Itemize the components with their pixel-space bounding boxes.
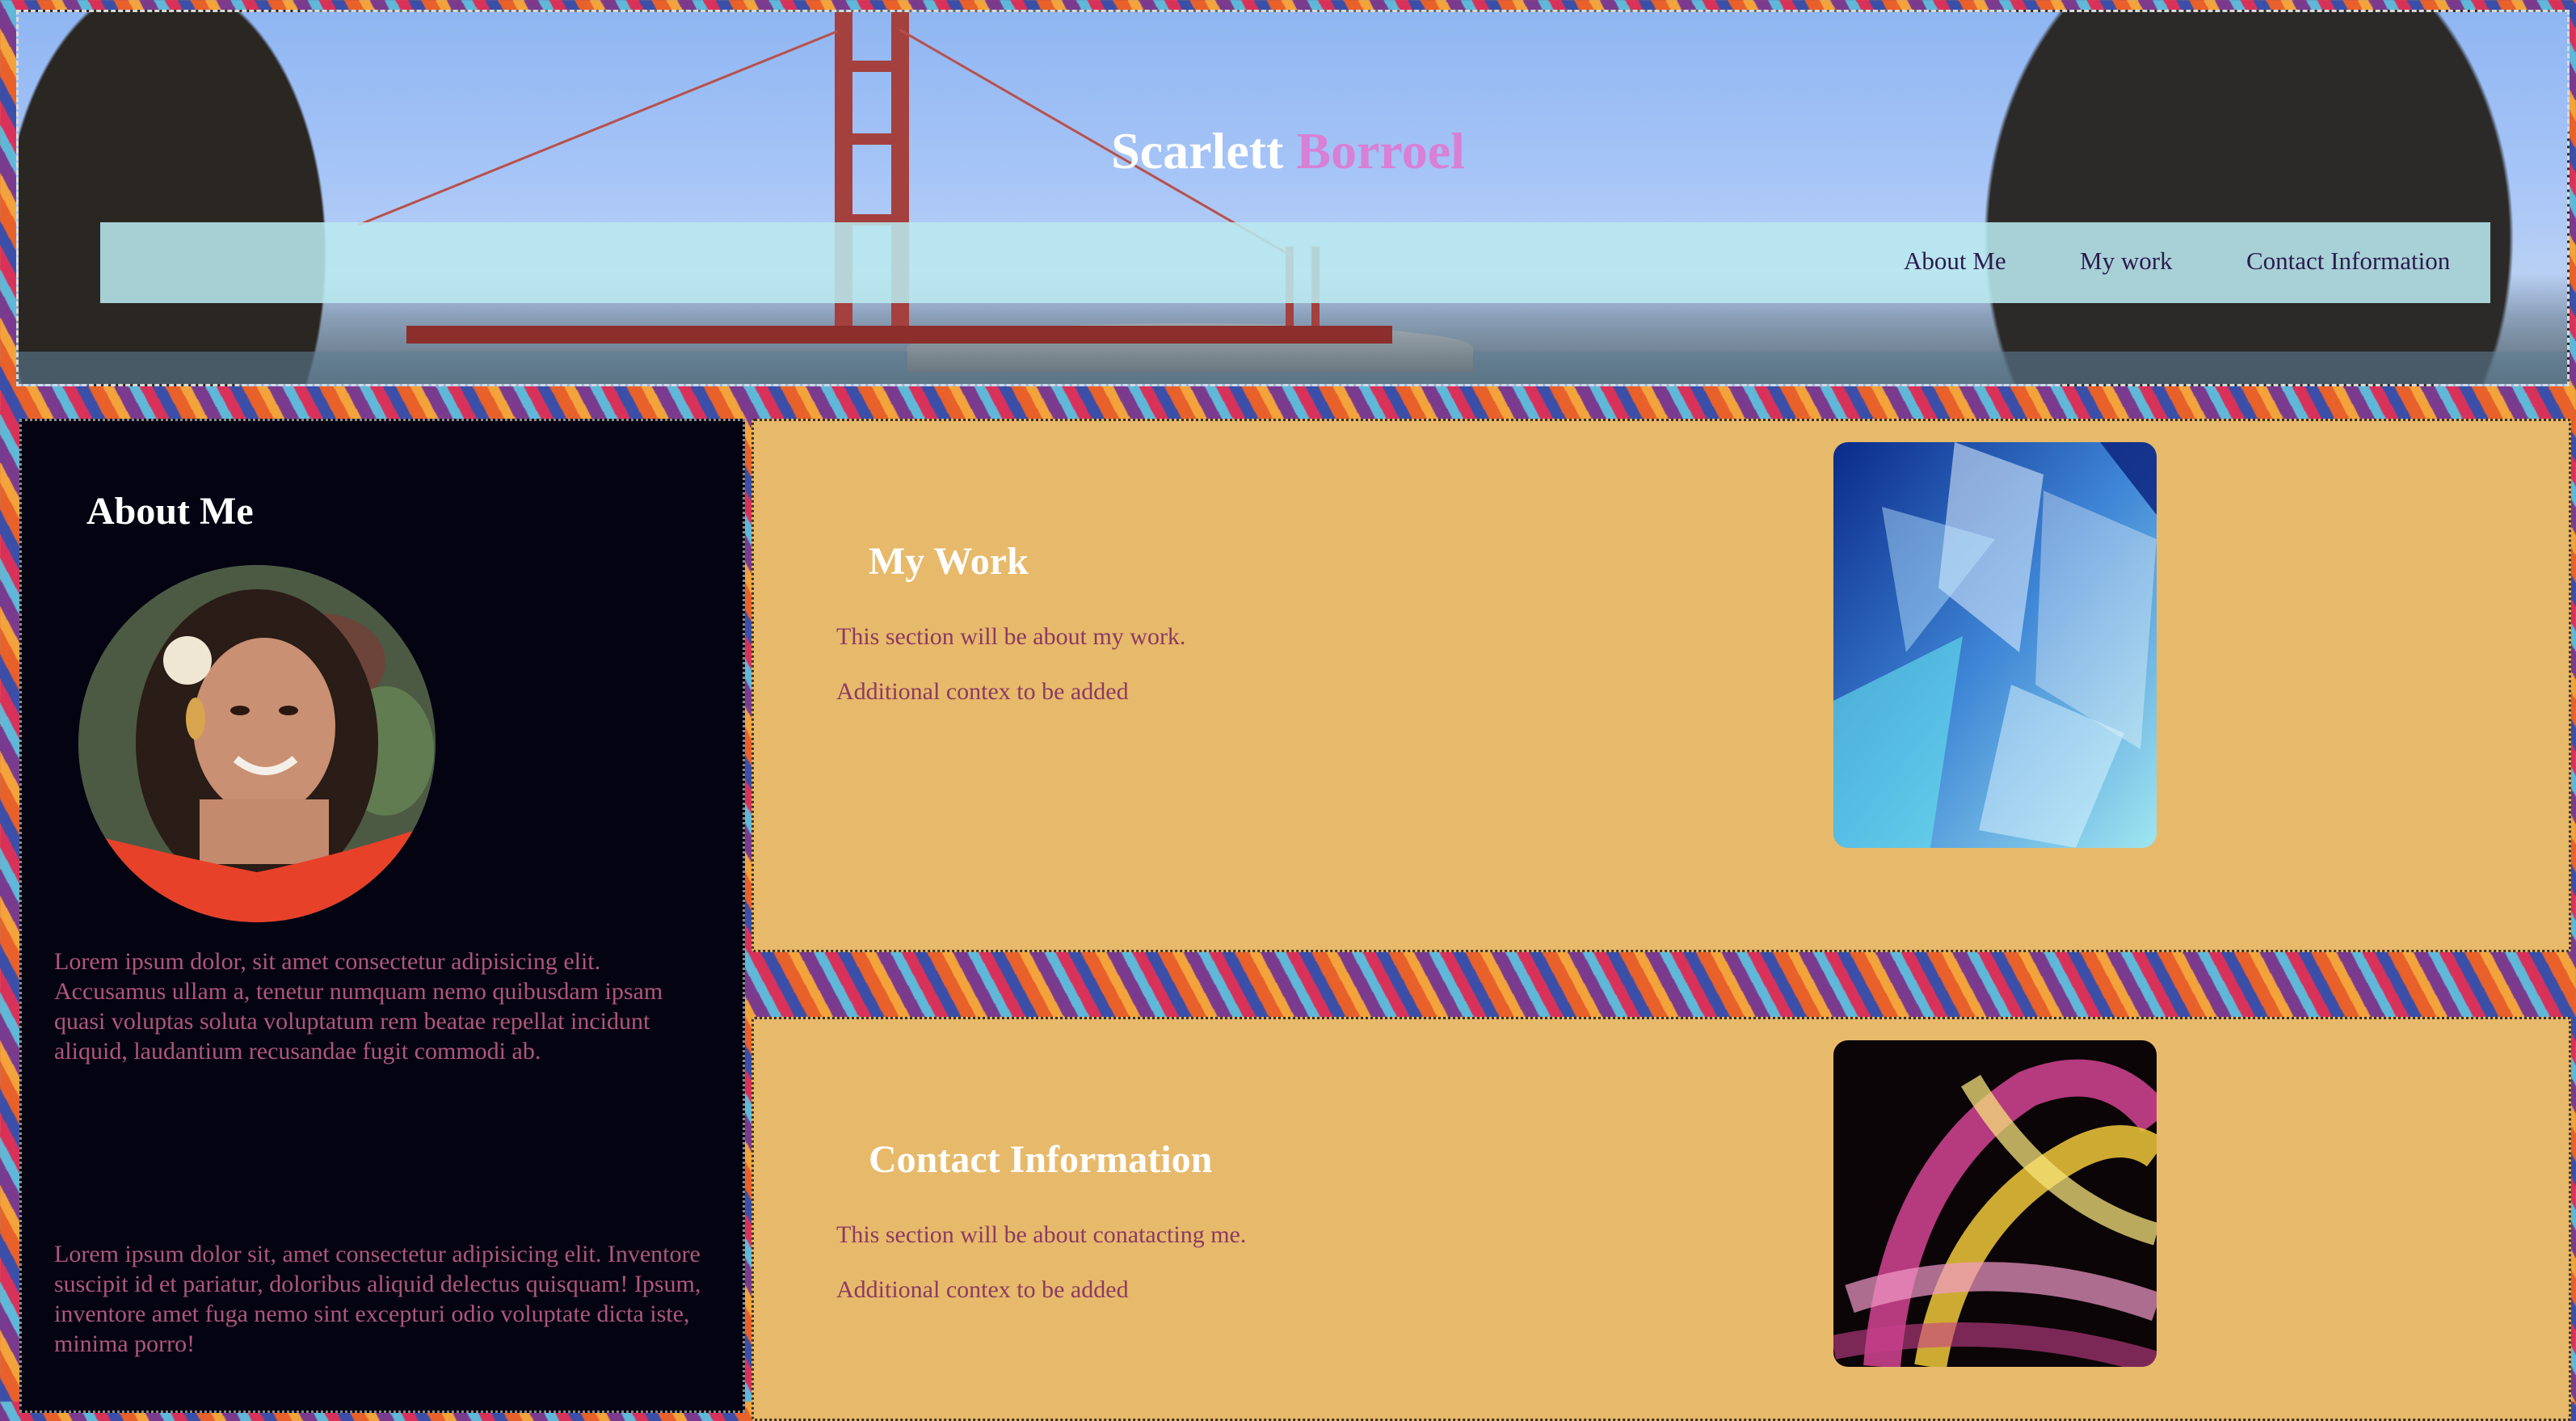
nav-my-work-link[interactable]: My work <box>2080 247 2173 276</box>
abstract-swirl-image <box>1833 1040 2157 1367</box>
contact-text-2: Additional contex to be added <box>836 1276 1129 1303</box>
contact-text-1: This section will be about conatacting m… <box>836 1221 1247 1248</box>
nav-about-me-link[interactable]: About Me <box>1904 247 2006 276</box>
about-me-section: About Me Lorem ipsum dolor, sit amet con… <box>19 419 745 1413</box>
about-me-heading: About Me <box>86 490 254 533</box>
contact-image <box>1833 1040 2157 1367</box>
profile-photo-illustration <box>78 565 436 922</box>
contact-information-heading: Contact Information <box>869 1138 1213 1181</box>
profile-photo <box>78 565 436 922</box>
my-work-heading: My Work <box>869 540 1029 583</box>
site-title: Scarlett Borroel <box>0 121 2576 181</box>
site-title-first: Scarlett <box>1111 122 1284 179</box>
site-title-last: Borroel <box>1296 122 1465 179</box>
about-me-paragraph-2: Lorem ipsum dolor sit, amet consectetur … <box>54 1241 701 1357</box>
my-work-section: My Work This section will be about my wo… <box>751 419 2571 952</box>
bridge-tower-crossbar <box>835 61 909 72</box>
nav-bar: About Me My work Contact Information <box>100 222 2490 303</box>
bridge-deck <box>406 326 1392 344</box>
nav-contact-information-link[interactable]: Contact Information <box>2246 247 2450 276</box>
my-work-text-1: This section will be about my work. <box>836 623 1186 650</box>
my-work-image <box>1833 442 2157 848</box>
about-me-paragraph-1: Lorem ipsum dolor, sit amet consectetur … <box>54 948 663 1065</box>
my-work-text-2: Additional contex to be added <box>836 678 1129 705</box>
site-header <box>16 10 2570 386</box>
contact-information-section: Contact Information This section will be… <box>751 1017 2571 1421</box>
header-background-photo <box>19 12 2567 384</box>
abstract-crystal-image <box>1833 442 2157 848</box>
